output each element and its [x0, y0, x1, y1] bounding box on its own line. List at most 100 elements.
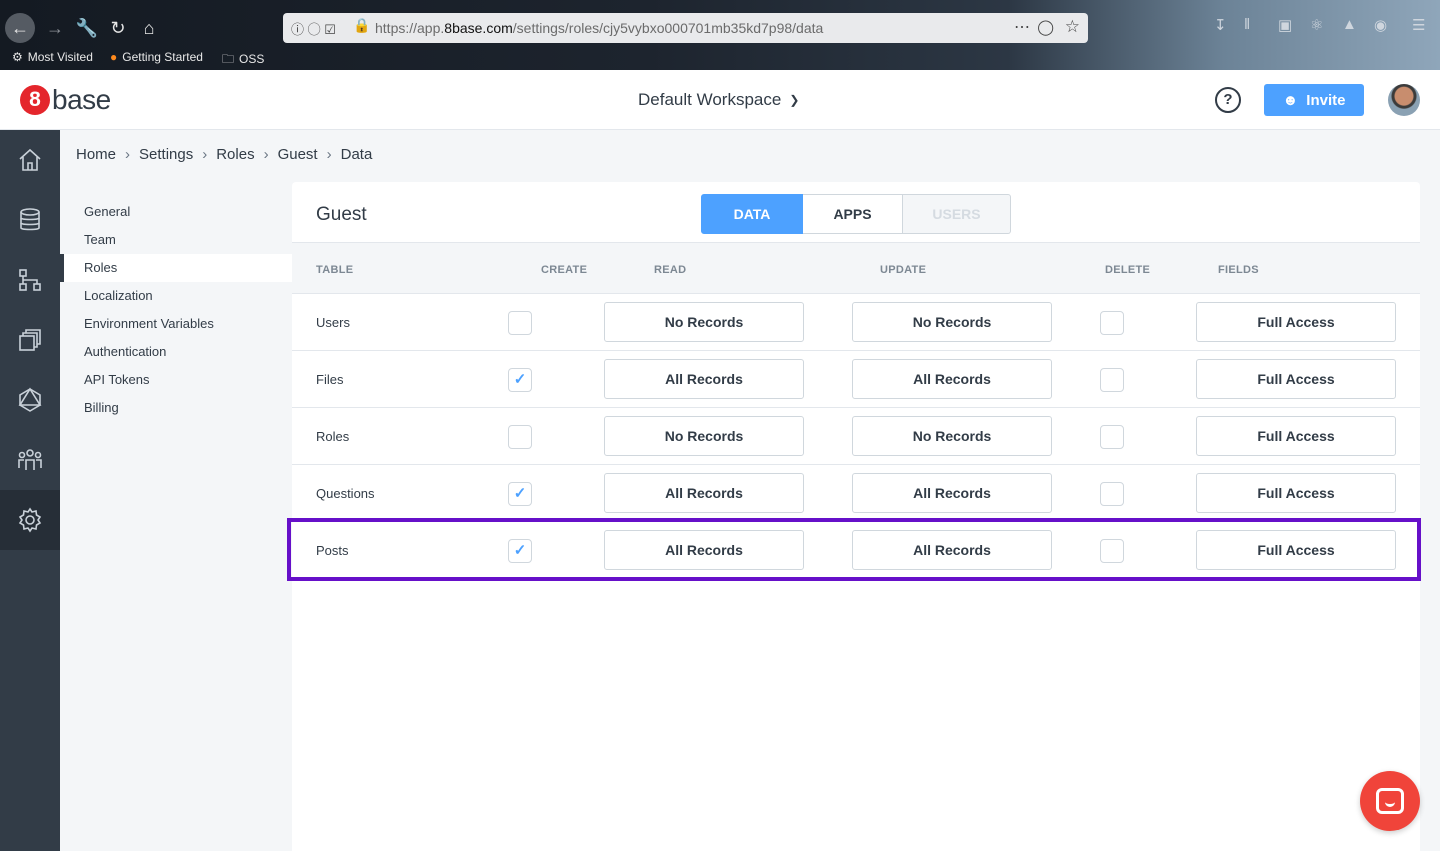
- url-prefix: https://app.: [375, 20, 445, 36]
- nav-settings[interactable]: [0, 490, 60, 550]
- back-button[interactable]: ←: [5, 13, 35, 43]
- delete-checkbox[interactable]: [1100, 311, 1124, 335]
- nav-logic[interactable]: [0, 250, 60, 310]
- logo-text: base: [52, 84, 111, 115]
- menu-item-general[interactable]: General: [60, 198, 292, 226]
- tab-apps[interactable]: APPS: [803, 194, 903, 234]
- pocket-icon[interactable]: ◯: [1037, 18, 1054, 36]
- logo[interactable]: 8 base: [20, 84, 111, 116]
- read-select[interactable]: All Records: [604, 473, 804, 513]
- update-select[interactable]: No Records: [852, 416, 1052, 456]
- bookmark-label: OSS: [239, 52, 265, 66]
- graphql-icon: [18, 387, 42, 412]
- nav-graphql[interactable]: [0, 370, 60, 430]
- firebase-icon[interactable]: ▲: [1342, 16, 1357, 33]
- menu-item-localization[interactable]: Localization: [60, 282, 292, 310]
- col-delete: DELETE: [1105, 264, 1151, 276]
- home-icon: [19, 148, 41, 171]
- table-row: Posts ✓ All Records All Records Full Access: [292, 522, 1420, 579]
- delete-checkbox[interactable]: [1100, 425, 1124, 449]
- fields-select[interactable]: Full Access: [1196, 302, 1396, 342]
- react-devtools-icon[interactable]: ⚛: [1310, 16, 1323, 34]
- menu-item-billing[interactable]: Billing: [60, 394, 292, 422]
- nav-team[interactable]: [0, 430, 60, 490]
- logo-mark: 8: [20, 85, 50, 115]
- update-select[interactable]: All Records: [852, 473, 1052, 513]
- menu-icon[interactable]: ☰: [1412, 16, 1425, 34]
- delete-checkbox[interactable]: [1100, 539, 1124, 563]
- role-permissions-card: Guest DATA APPS USERS TABLE CREATE READ …: [292, 182, 1420, 851]
- fields-select[interactable]: Full Access: [1196, 530, 1396, 570]
- delete-checkbox[interactable]: [1100, 368, 1124, 392]
- nav-apps[interactable]: [0, 310, 60, 370]
- update-select[interactable]: All Records: [852, 359, 1052, 399]
- menu-item-authentication[interactable]: Authentication: [60, 338, 292, 366]
- sidebar-icon[interactable]: ▣: [1278, 16, 1292, 34]
- role-title: Guest: [316, 204, 367, 225]
- url-path: /settings/roles/cjy5vybxo000701mb35kd7p9…: [512, 20, 824, 36]
- update-select[interactable]: No Records: [852, 302, 1052, 342]
- help-button[interactable]: ?: [1215, 87, 1241, 113]
- url-text[interactable]: https://app.8base.com/settings/roles/cjy…: [375, 20, 823, 36]
- create-checkbox[interactable]: [508, 425, 532, 449]
- menu-item-team[interactable]: Team: [60, 226, 292, 254]
- read-select[interactable]: No Records: [604, 416, 804, 456]
- table-row: Questions ✓ All Records All Records Full Acc…: [292, 465, 1420, 522]
- table-name: Users: [316, 315, 350, 330]
- read-select[interactable]: No Records: [604, 302, 804, 342]
- table-header: TABLE CREATE READ UPDATE DELETE FIELDS: [292, 242, 1420, 294]
- delete-checkbox[interactable]: [1100, 482, 1124, 506]
- create-checkbox[interactable]: ✓: [508, 368, 532, 392]
- avatar[interactable]: [1388, 84, 1420, 116]
- bookmark-star-icon[interactable]: ☆: [1065, 17, 1080, 37]
- create-checkbox[interactable]: ✓: [508, 539, 532, 563]
- breadcrumb-data: Data: [340, 146, 373, 163]
- tab-users[interactable]: USERS: [903, 194, 1011, 234]
- table-name: Roles: [316, 429, 350, 444]
- nav-data[interactable]: [0, 190, 60, 250]
- table-name: Files: [316, 372, 344, 387]
- breadcrumb-home[interactable]: Home: [76, 146, 116, 163]
- forward-button[interactable]: →: [40, 13, 70, 43]
- menu-item-roles[interactable]: Roles: [60, 254, 292, 282]
- nav-home[interactable]: [0, 130, 60, 190]
- breadcrumb-roles[interactable]: Roles: [216, 146, 254, 163]
- browser-chrome: ← → 🔧 ↻ ⌂ ⓘ ◯ ☑ 🔒 https://app.8base.com/…: [0, 0, 1440, 70]
- url-domain: 8base.com: [444, 20, 513, 36]
- col-create: CREATE: [541, 264, 588, 276]
- workspace-name: Default Workspace: [638, 90, 782, 109]
- address-bar[interactable]: ⓘ ◯ ☑ 🔒 https://app.8base.com/settings/r…: [283, 13, 1088, 43]
- bookmark-oss[interactable]: 🗀 OSS: [222, 50, 264, 71]
- fields-select[interactable]: Full Access: [1196, 416, 1396, 456]
- breadcrumb-settings[interactable]: Settings: [139, 146, 193, 163]
- chevron-right-icon: ›: [202, 146, 208, 163]
- workspace-selector[interactable]: Default Workspace ❯: [638, 90, 799, 110]
- read-select[interactable]: All Records: [604, 359, 804, 399]
- left-nav: [0, 130, 60, 851]
- firefox-icon: ●: [110, 50, 118, 64]
- tab-data[interactable]: DATA: [701, 194, 803, 234]
- create-checkbox[interactable]: [508, 311, 532, 335]
- reload-button[interactable]: ↻: [103, 13, 133, 43]
- home-button[interactable]: ⌂: [134, 13, 164, 43]
- fields-select[interactable]: Full Access: [1196, 359, 1396, 399]
- wrench-icon[interactable]: 🔧: [72, 13, 102, 43]
- read-select[interactable]: All Records: [604, 530, 804, 570]
- site-info-icon[interactable]: ⓘ ◯ ☑: [291, 19, 336, 38]
- chat-button[interactable]: [1360, 771, 1420, 831]
- role-tabs: DATA APPS USERS: [701, 194, 1011, 234]
- create-checkbox[interactable]: ✓: [508, 482, 532, 506]
- bookmark-most-visited[interactable]: ⚙ Most Visited: [12, 50, 93, 64]
- download-icon[interactable]: ↧: [1214, 16, 1227, 34]
- col-table: TABLE: [316, 264, 354, 276]
- update-select[interactable]: All Records: [852, 530, 1052, 570]
- menu-item-environment-variables[interactable]: Environment Variables: [60, 310, 292, 338]
- extension-icon[interactable]: ◉: [1374, 16, 1387, 34]
- fields-select[interactable]: Full Access: [1196, 473, 1396, 513]
- bookmark-getting-started[interactable]: ● Getting Started: [110, 50, 203, 64]
- menu-item-api-tokens[interactable]: API Tokens: [60, 366, 292, 394]
- breadcrumb-guest[interactable]: Guest: [278, 146, 318, 163]
- library-icon[interactable]: ‖: [1244, 16, 1250, 33]
- more-actions-icon[interactable]: ⋯: [1014, 17, 1030, 37]
- invite-button[interactable]: ☻ Invite: [1264, 84, 1364, 116]
